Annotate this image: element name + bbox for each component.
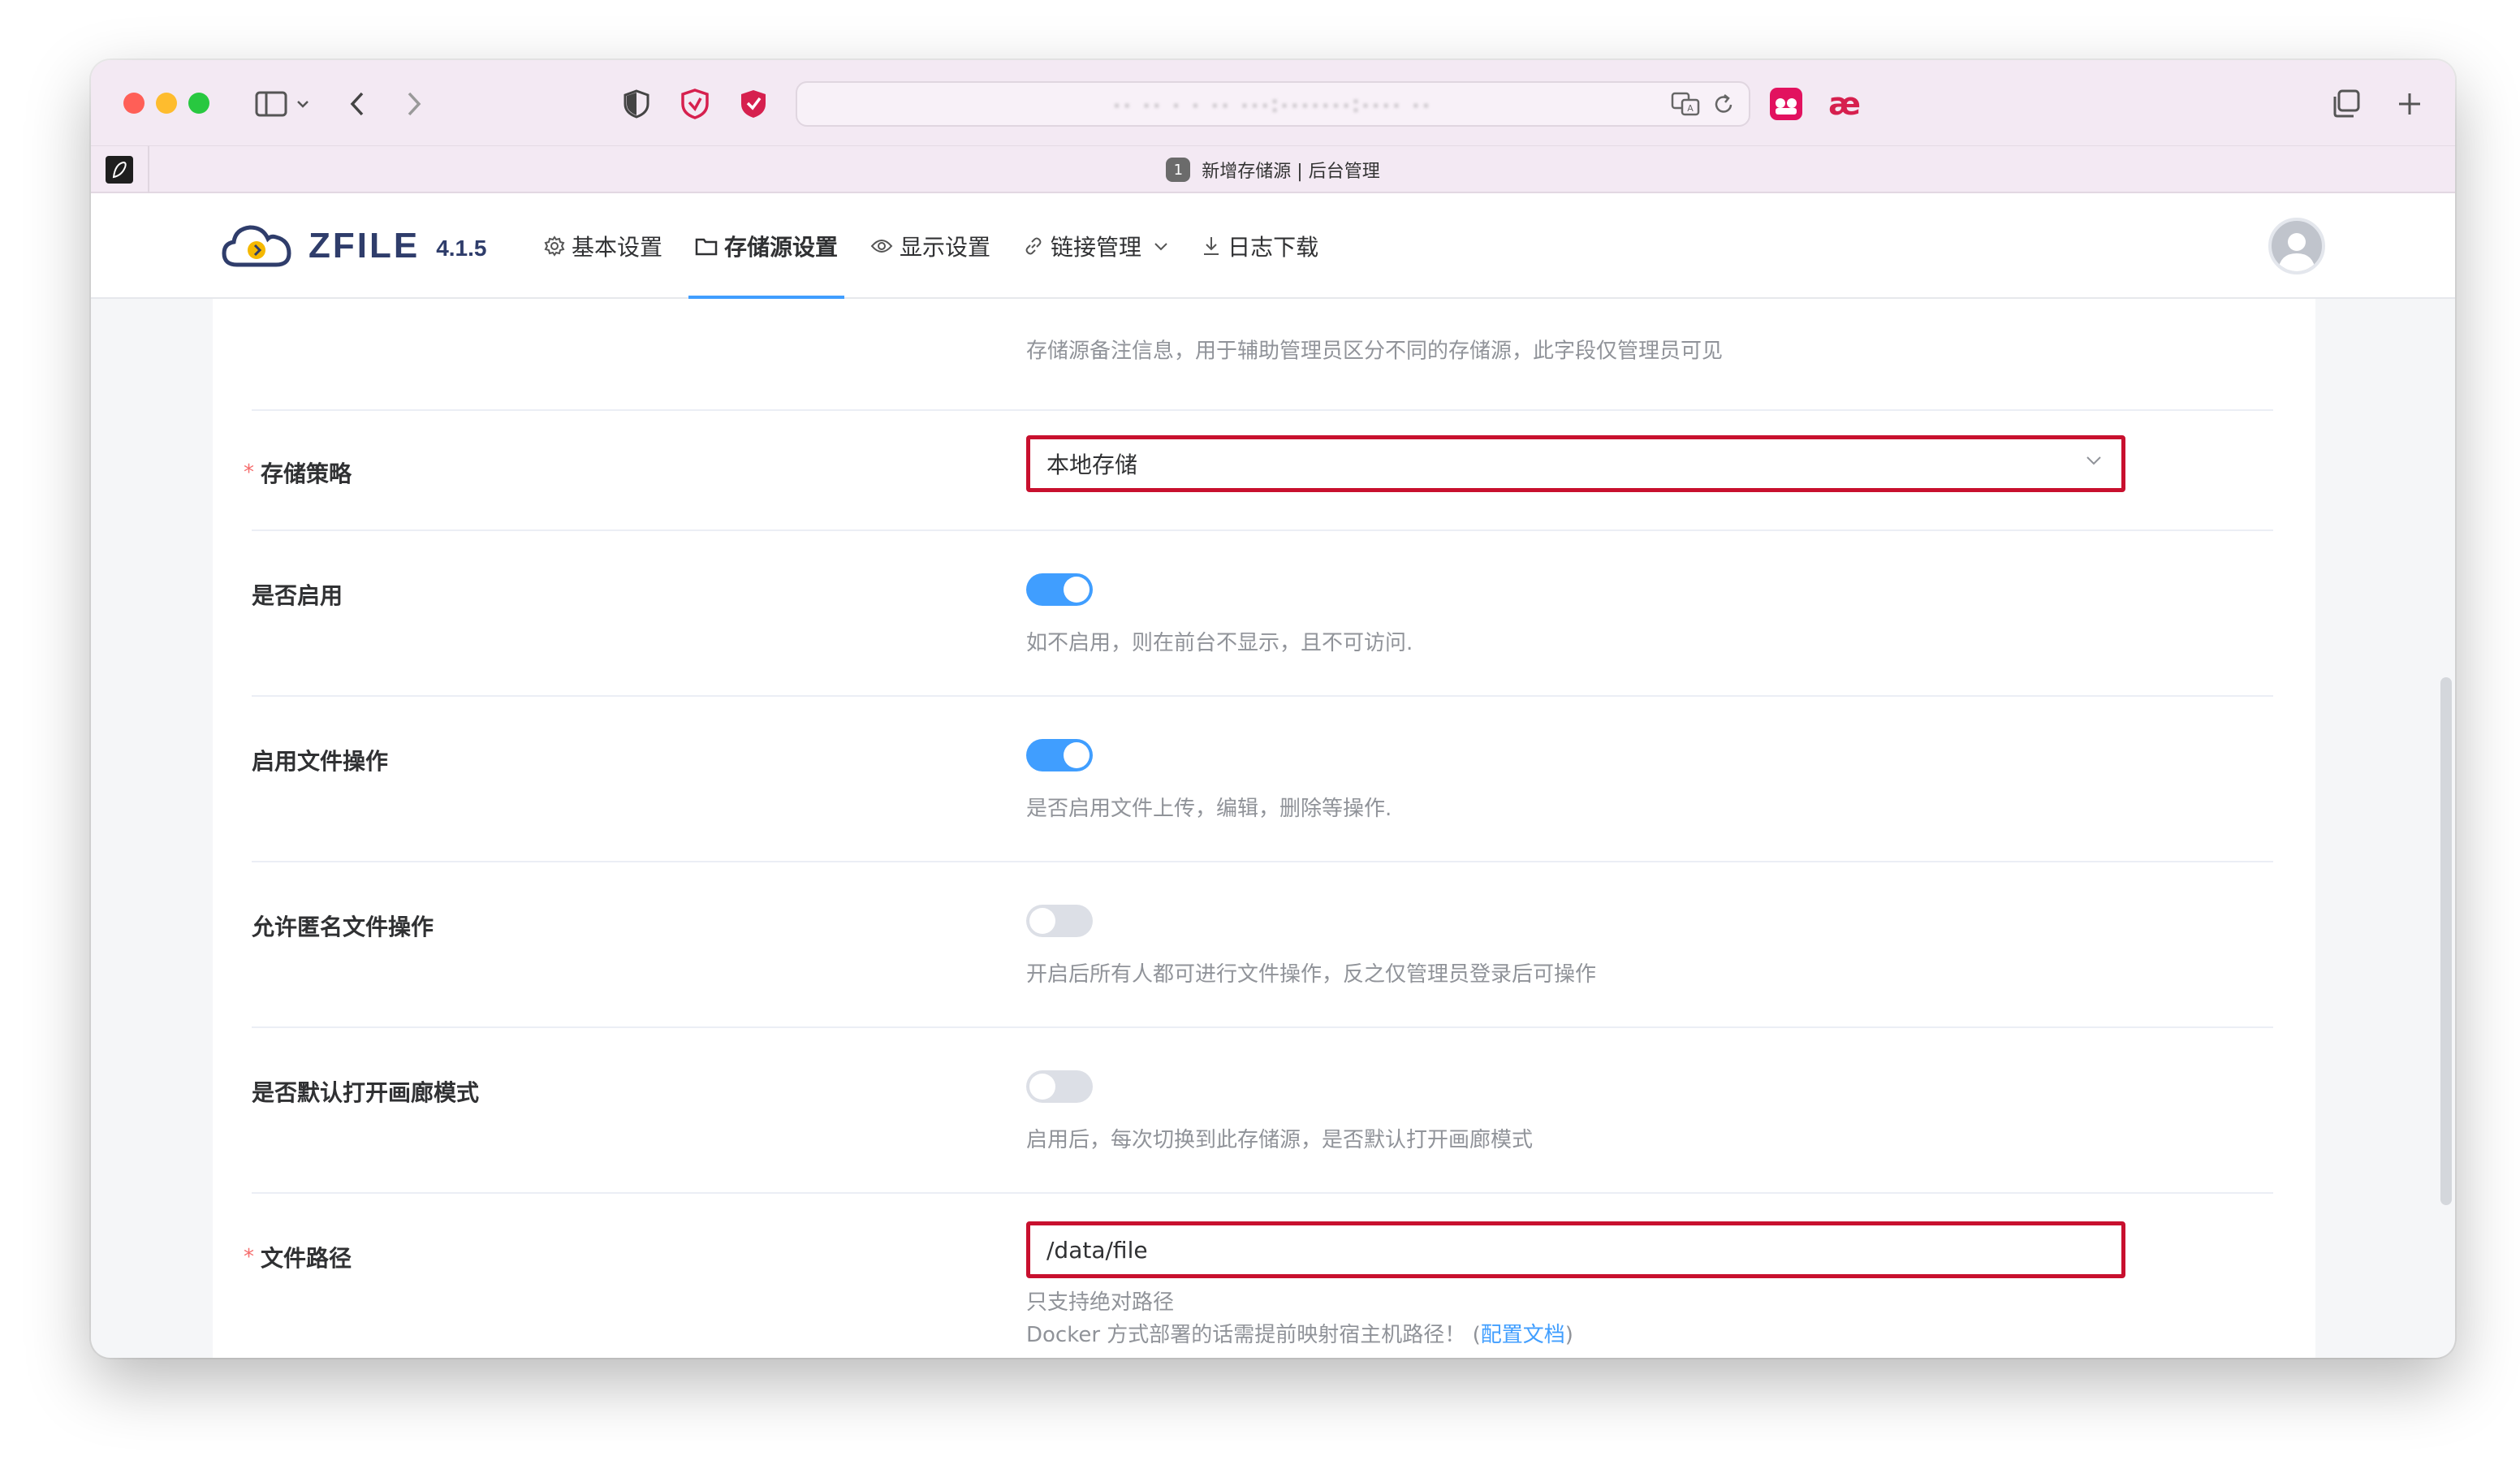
menu-storage-settings-label: 存储源设置 (724, 234, 839, 261)
storage-strategy-label-text: 存储策略 (261, 460, 352, 487)
tab-bar: 1 新增存储源 | 后台管理 (91, 146, 2455, 193)
sidebar-toggle-icon[interactable] (250, 83, 292, 125)
tab-number-badge: 1 (1166, 158, 1191, 182)
menu-log-download[interactable]: 日志下载 (1185, 193, 1335, 299)
cloud-logo-icon (222, 225, 291, 267)
extension-red-icon[interactable] (1765, 83, 1807, 125)
storage-strategy-select[interactable]: 本地存储 (1026, 435, 2125, 492)
file-path-label-text: 文件路径 (261, 1245, 352, 1272)
tab-overview-icon[interactable] (2325, 83, 2367, 125)
gear-icon (544, 236, 565, 257)
download-icon (1204, 237, 1219, 255)
chevron-down-icon[interactable] (291, 83, 315, 125)
switch-knob (1029, 908, 1055, 934)
file-ops-label: 启用文件操作 (252, 748, 389, 775)
menu-basic-settings[interactable]: 基本设置 (528, 193, 679, 299)
forward-arrow-icon[interactable] (393, 83, 435, 125)
switch-knob (1029, 1074, 1055, 1100)
menu-display-settings[interactable]: 显示设置 (854, 193, 1007, 299)
menu-log-download-label: 日志下载 (1228, 234, 1319, 261)
link-icon (1025, 237, 1042, 255)
back-arrow-icon[interactable] (336, 83, 378, 125)
enable-help: 如不启用，则在前台不显示，且不可访问. (1026, 631, 1413, 655)
app-logo[interactable]: ZFILE 4.1.5 (221, 223, 486, 270)
config-docs-link[interactable]: 配置文档 (1481, 1323, 1565, 1347)
page-scrollbar[interactable] (2440, 677, 2452, 1205)
anon-ops-switch[interactable] (1026, 905, 1093, 937)
new-tab-icon[interactable] (2388, 83, 2431, 125)
file-path-help-2-prefix: Docker 方式部署的话需提前映射宿主机路径！ ( (1026, 1323, 1481, 1347)
gallery-label: 是否默认打开画廊模式 (252, 1079, 480, 1106)
user-avatar-icon (2278, 233, 2315, 271)
vpn-shield-icon[interactable] (674, 83, 716, 125)
gallery-switch[interactable] (1026, 1070, 1093, 1103)
user-avatar[interactable] (2268, 218, 2325, 274)
required-mark: * (244, 460, 254, 485)
gallery-help: 启用后，每次切换到此存储源，是否默认打开画廊模式 (1026, 1128, 1534, 1152)
form-row-file-ops: 启用文件操作 是否启用文件上传，编辑，删除等操作. (252, 695, 2273, 861)
logo-name: ZFILE (309, 226, 421, 266)
form-row-enable: 是否启用 如不启用，则在前台不显示，且不可访问. (252, 529, 2273, 695)
minimize-window-button[interactable] (156, 93, 177, 114)
browser-window: ·· ·· · · ·· ···:·······:···· ·· A æ 1 新… (91, 60, 2455, 1358)
folder-icon (695, 238, 718, 256)
active-tab[interactable]: 1 新增存储源 | 后台管理 (91, 146, 2455, 193)
remark-help-text: 存储源备注信息，用于辅助管理员区分不同的存储源，此字段仅管理员可见 (1026, 339, 1724, 364)
file-path-input[interactable]: /data/file (1026, 1221, 2125, 1278)
app-version: 4.1.5 (436, 236, 487, 261)
form-row-anon-ops: 允许匿名文件操作 开启后所有人都可进行文件操作，反之仅管理员登录后可操作 (252, 861, 2273, 1026)
form-row-file-path: * 文件路径 /data/file 只支持绝对路径 Docker 方式部署的话需… (244, 1192, 2273, 1358)
file-ops-help: 是否启用文件上传，编辑，删除等操作. (1026, 797, 1392, 821)
file-path-help-1: 只支持绝对路径 (1026, 1290, 1175, 1315)
storage-strategy-value: 本地存储 (1046, 452, 1138, 478)
menu-display-settings-label: 显示设置 (900, 234, 991, 261)
reload-icon[interactable] (1711, 93, 1736, 123)
menu-basic-settings-label: 基本设置 (572, 234, 663, 261)
address-bar[interactable]: ·· ·· · · ·· ···:·······:···· ·· A (796, 81, 1750, 127)
address-text: ·· ·· · · ·· ···:·······:···· ·· (1113, 91, 1433, 116)
privacy-shield-icon[interactable] (615, 83, 658, 125)
menu-link-management-label: 链接管理 (1051, 234, 1142, 261)
switch-knob (1064, 577, 1090, 603)
storage-form: 存储源备注信息，用于辅助管理员区分不同的存储源，此字段仅管理员可见 * 存储策略… (213, 299, 2315, 1358)
app-header: ZFILE 4.1.5 基本设置 存储源设置 显示设置 链接管理 日志下载 (91, 193, 2455, 299)
file-path-value: /data/file (1046, 1236, 1148, 1264)
chevron-down-icon (1154, 243, 1167, 251)
file-path-help-2: Docker 方式部署的话需提前映射宿主机路径！ (配置文档) (1026, 1319, 1573, 1351)
svg-text:A: A (1687, 103, 1694, 114)
close-window-button[interactable] (123, 93, 145, 114)
enable-switch[interactable] (1026, 573, 1093, 606)
enable-label: 是否启用 (252, 582, 343, 609)
form-row-storage-strategy: * 存储策略 本地存储 (244, 409, 2273, 529)
eye-icon (870, 240, 893, 253)
tab-title: 新增存储源 | 后台管理 (1202, 162, 1380, 182)
menu-link-management[interactable]: 链接管理 (1007, 193, 1185, 299)
translate-icon[interactable]: A (1671, 91, 1700, 123)
zoom-window-button[interactable] (188, 93, 209, 114)
browser-toolbar: ·· ·· · · ·· ···:·······:···· ·· A æ (91, 60, 2455, 146)
storage-strategy-label: * 存储策略 (244, 456, 352, 489)
file-ops-switch[interactable] (1026, 739, 1093, 771)
extension-ae-icon[interactable]: æ (1823, 83, 1866, 125)
switch-knob (1064, 742, 1090, 768)
chevron-down-icon (2086, 456, 2101, 465)
anon-ops-label: 允许匿名文件操作 (252, 914, 434, 940)
anon-ops-help: 开启后所有人都可进行文件操作，反之仅管理员登录后可操作 (1026, 962, 1597, 987)
file-path-help-2-suffix: ) (1564, 1323, 1573, 1347)
menu-storage-settings[interactable]: 存储源设置 (679, 193, 854, 299)
file-path-label: * 文件路径 (244, 1241, 352, 1273)
form-row-gallery: 是否默认打开画廊模式 启用后，每次切换到此存储源，是否默认打开画廊模式 (252, 1026, 2273, 1192)
adblock-shield-icon[interactable] (732, 83, 775, 125)
required-mark: * (244, 1245, 254, 1269)
main-menu: 基本设置 存储源设置 显示设置 链接管理 日志下载 (528, 193, 1335, 299)
